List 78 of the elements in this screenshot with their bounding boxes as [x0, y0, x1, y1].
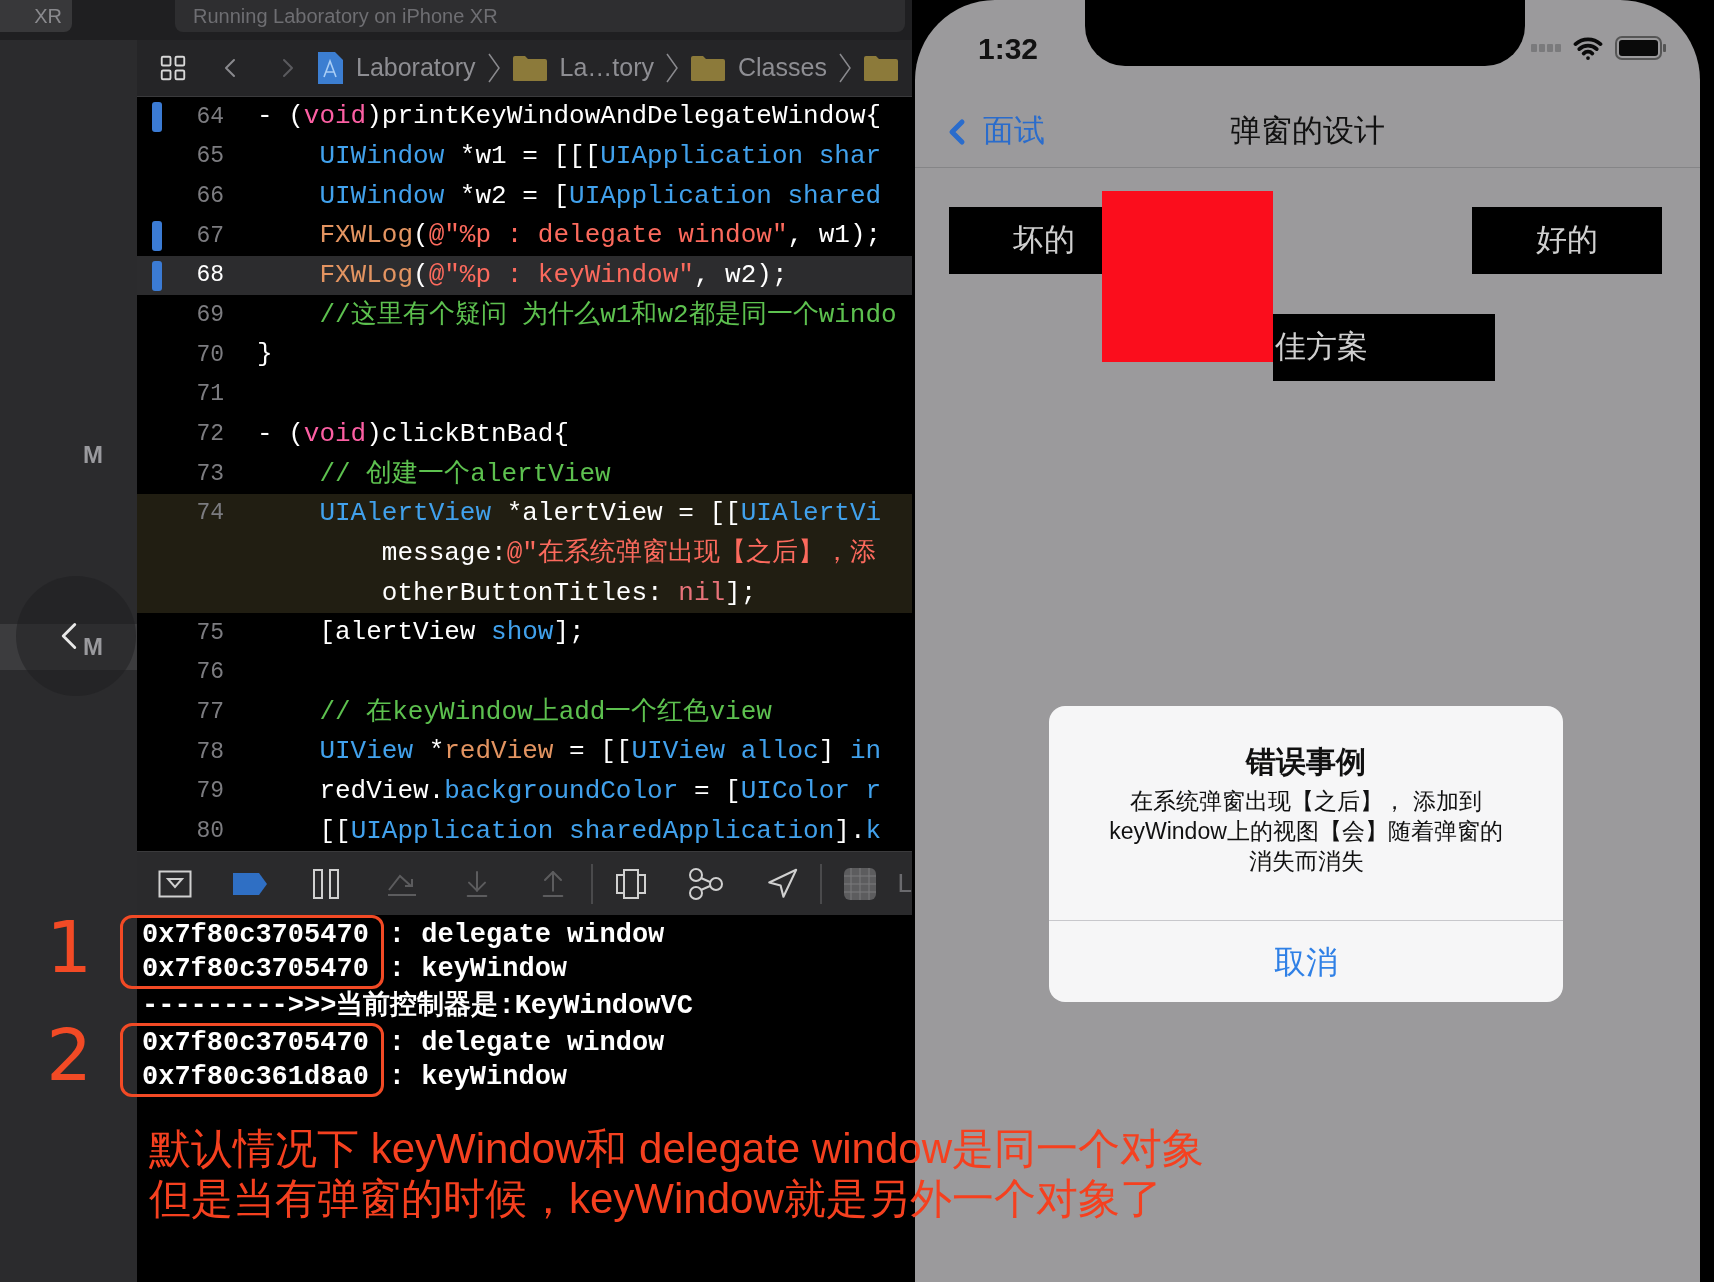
line-number: 76: [196, 658, 225, 688]
battery-icon: [1615, 36, 1667, 60]
signal-icon: [1531, 44, 1561, 52]
app-button[interactable]: 好的: [1472, 207, 1662, 274]
status-time: 1:32: [978, 30, 1039, 67]
code-line: [alertView show];: [318, 616, 585, 650]
console-address: 0x7f80c3705470: [142, 953, 369, 987]
related-items-icon[interactable]: [158, 53, 188, 83]
line-number: 65: [196, 142, 225, 172]
alert-title: 错误事例: [1246, 744, 1366, 780]
line-number: 79: [196, 777, 225, 807]
code-line: message:@"在系统弹窗出现【之后】，添: [380, 536, 876, 570]
line-number: 66: [196, 181, 225, 211]
status-letter: M: [83, 632, 103, 662]
console-text: : keyWindow: [388, 1061, 569, 1095]
code-line: otherButtonTitles: nil];: [380, 576, 757, 610]
console-text: --------->>>当前控制器是:KeyWindowVC: [142, 989, 693, 1024]
debug-bar-label: L: [897, 867, 912, 901]
line-number: 68: [196, 261, 225, 291]
code-line: }: [256, 338, 273, 372]
line-number: 64: [196, 102, 225, 132]
line-number: 67: [196, 221, 225, 251]
path-item[interactable]: Laboratory: [356, 49, 476, 87]
path-item[interactable]: La…tory: [559, 49, 654, 87]
cancel-button[interactable]: 取消: [1049, 920, 1563, 1002]
app-button[interactable]: 佳方案: [1273, 314, 1495, 381]
app-button[interactable]: 坏的: [949, 207, 1102, 274]
path-separator-icon: [487, 53, 500, 83]
memory-graph-icon[interactable]: [688, 866, 725, 901]
console-toggle-icon[interactable]: [157, 869, 192, 898]
code-line: FXWLog(@"%p : keyWindow", w2);: [318, 259, 788, 293]
code-line: //这里有个疑问 为什么w1和w2都是同一个windo: [318, 298, 897, 332]
code-line: UIAlertView *alertView = [[UIAlertVi: [318, 497, 882, 531]
scheme-tab[interactable]: XR: [0, 0, 72, 32]
console-address: 0x7f80c361d8a0: [142, 1061, 369, 1095]
activity-status: Running Laboratory on iPhone XR: [175, 0, 905, 32]
console-text: : delegate window: [388, 1027, 665, 1061]
code-line: - (void)clickBtnBad{: [256, 417, 570, 451]
folder-icon: [862, 54, 899, 82]
console-text: : delegate window: [388, 919, 665, 953]
line-number: 72: [196, 420, 225, 450]
console-text: : keyWindow: [388, 953, 569, 987]
console-address: 0x7f80c3705470: [142, 919, 369, 953]
navigation-title: 弹窗的设计: [1230, 112, 1385, 151]
handwritten-number: 2: [46, 1015, 92, 1096]
path-item[interactable]: Classes: [738, 49, 827, 87]
line-number: 70: [196, 340, 225, 370]
code-line: UIView *redView = [[UIView alloc] in: [318, 735, 882, 769]
status-letter: M: [83, 440, 103, 470]
path-separator-icon: [666, 53, 678, 83]
code-line: // 在keyWindow上add一个红色view: [318, 695, 772, 729]
code-line: FXWLog(@"%p : delegate window", w1);: [318, 219, 882, 253]
breakpoint-tag-icon[interactable]: [233, 872, 268, 895]
line-number: 71: [196, 380, 225, 410]
line-number: 78: [196, 737, 225, 767]
sidebar-row-selected[interactable]: M: [0, 624, 137, 670]
path-separator-icon: [838, 53, 851, 83]
line-number: 73: [196, 459, 225, 489]
alert-message: 在系统弹窗出现【之后】， 添加到 keyWindow上的视图【会】随着弹窗的 消失而消失: [1108, 787, 1504, 876]
project-file-icon: [316, 51, 344, 85]
code-line: // 创建一个alertView: [318, 457, 611, 491]
code-line: UIWindow *w1 = [[[UIApplication shar: [318, 140, 882, 174]
line-number: 74: [196, 499, 225, 529]
code-line: redView.backgroundColor = [UIColor r: [318, 775, 882, 809]
folder-icon: [511, 54, 548, 82]
line-number: 69: [196, 301, 225, 331]
line-number: 80: [196, 816, 225, 846]
location-arrow-icon[interactable]: [765, 866, 800, 901]
code-line: [[UIApplication sharedApplication].k: [318, 814, 882, 848]
console-address: 0x7f80c3705470: [142, 1027, 369, 1061]
folder-icon: [690, 54, 726, 82]
line-number: 77: [196, 697, 225, 727]
line-number: 75: [196, 618, 225, 648]
view-debugger-icon[interactable]: [614, 867, 647, 900]
pause-icon[interactable]: [313, 868, 340, 899]
code-line: - (void)printKeyWindowAndDelegateWindow{: [256, 100, 882, 134]
handwritten-number: 1: [46, 907, 92, 988]
code-line: UIWindow *w2 = [UIApplication shared: [318, 179, 882, 213]
